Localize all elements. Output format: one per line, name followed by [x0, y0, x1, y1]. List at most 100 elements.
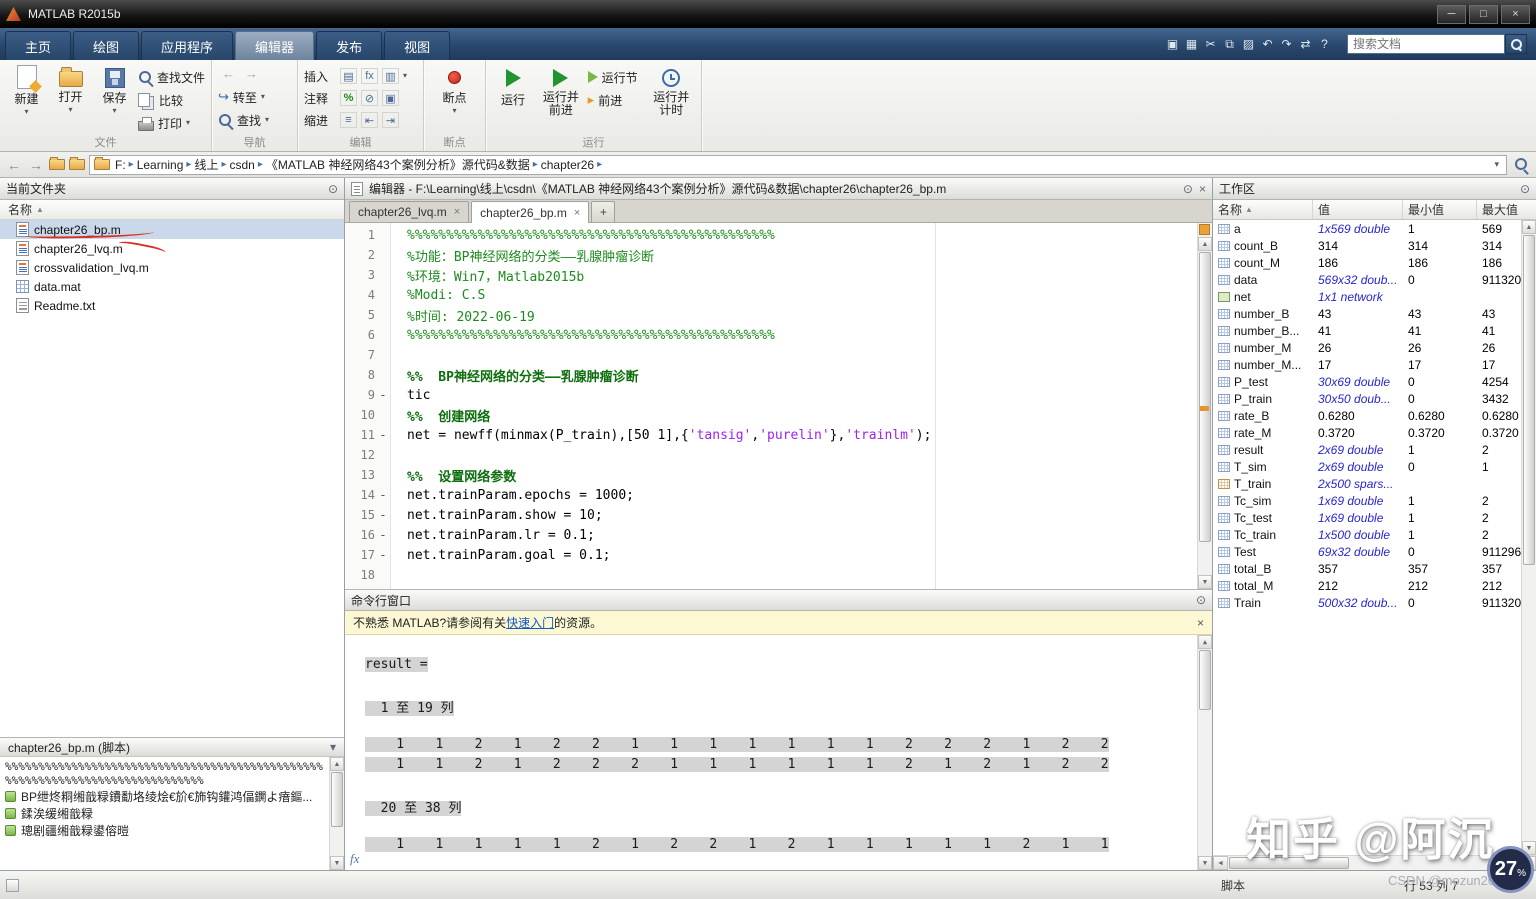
code-line[interactable]: 15 - net.trainParam.show = 10;: [345, 505, 1197, 525]
banner-close-icon[interactable]: ×: [1197, 616, 1204, 630]
workspace-variable-row[interactable]: Train 500x32 doub... 0 911320...: [1213, 594, 1536, 611]
editor-scrollbar[interactable]: ▲ ▼: [1197, 223, 1212, 589]
breadcrumb-segment[interactable]: F:: [112, 158, 129, 172]
code-line[interactable]: 11 - net = newff(minmax(P_train),[50 1],…: [345, 425, 1197, 445]
undo-icon[interactable]: ↶: [1258, 35, 1277, 54]
panel-menu-icon[interactable]: ⊙: [1520, 182, 1530, 196]
panel-menu-icon[interactable]: ⊙: [1183, 182, 1193, 196]
code-line[interactable]: 1 %%%%%%%%%%%%%%%%%%%%%%%%%%%%%%%%%%%%%%…: [345, 225, 1197, 245]
switch-window-icon[interactable]: ⇄: [1296, 35, 1315, 54]
column-header-name[interactable]: 名称 ▲: [1213, 200, 1313, 219]
doc-search-input[interactable]: [1347, 34, 1505, 54]
indent-left-icon[interactable]: ⇤: [361, 112, 378, 128]
workspace-variable-row[interactable]: Tc_train 1x500 double 1 2: [1213, 526, 1536, 543]
compare-button[interactable]: 比较: [138, 91, 205, 109]
workspace-variable-row[interactable]: Test 69x32 double 0 911296...: [1213, 543, 1536, 560]
ribbon-tab[interactable]: 视图: [384, 31, 451, 60]
close-icon[interactable]: ×: [1199, 182, 1206, 196]
workspace-variable-row[interactable]: Tc_test 1x69 double 1 2: [1213, 509, 1536, 526]
ribbon-tab[interactable]: 编辑器: [235, 31, 315, 60]
code-line[interactable]: 6 %%%%%%%%%%%%%%%%%%%%%%%%%%%%%%%%%%%%%%…: [345, 325, 1197, 345]
wrap-comments-icon[interactable]: ▣: [382, 90, 399, 106]
cut-icon[interactable]: ✂: [1201, 35, 1220, 54]
breadcrumb-segment[interactable]: csdn: [227, 158, 258, 172]
workspace-variable-row[interactable]: number_M... 17 17 17: [1213, 356, 1536, 373]
file-row[interactable]: Readme.txt: [0, 296, 344, 315]
workspace-variable-row[interactable]: count_M 186 186 186: [1213, 254, 1536, 271]
ribbon-tab[interactable]: 主页: [5, 31, 72, 60]
redo-icon[interactable]: ↷: [1277, 35, 1296, 54]
breadcrumb-segment[interactable]: Learning: [134, 158, 187, 172]
maximize-button[interactable]: □: [1469, 4, 1498, 24]
code-line[interactable]: 2 %功能：BP神经网络的分类——乳腺肿瘤诊断: [345, 245, 1197, 265]
file-row[interactable]: data.mat: [0, 277, 344, 296]
advance-button[interactable]: ▸ 前进: [588, 91, 645, 109]
code-line[interactable]: 17 - net.trainParam.goal = 0.1;: [345, 545, 1197, 565]
print-button[interactable]: 打印 ▾: [138, 114, 205, 132]
close-button[interactable]: ×: [1501, 4, 1530, 24]
search-icon[interactable]: [1505, 34, 1527, 54]
save-button[interactable]: 保存 ▾: [94, 63, 135, 115]
breadcrumb-segment[interactable]: 《MATLAB 神经网络43个案例分析》源代码&数据: [263, 156, 533, 173]
workspace-variable-row[interactable]: T_train 2x500 spars...: [1213, 475, 1536, 492]
goto-button[interactable]: ↪ 转至 ▾: [218, 88, 291, 106]
find-files-button[interactable]: 查找文件: [138, 68, 205, 86]
workspace-variable-row[interactable]: rate_B 0.6280 0.6280 0.6280: [1213, 407, 1536, 424]
workspace-variable-row[interactable]: result 2x69 double 1 2: [1213, 441, 1536, 458]
workspace-variable-row[interactable]: P_train 30x50 doub... 0 3432: [1213, 390, 1536, 407]
file-details-header[interactable]: chapter26_bp.m (脚本) ▾: [0, 737, 344, 757]
nav-forward-icon[interactable]: →: [27, 156, 45, 174]
folder-search-icon[interactable]: [1511, 155, 1531, 175]
section-item[interactable]: BP绁炵粡缃戠粶鐨勫垎绫烩€斺€斾钩鑵鸿偪鐦よ瘖鏂...: [5, 788, 324, 805]
insert-variable-icon[interactable]: ▥: [382, 68, 399, 84]
code-line[interactable]: 13 %% 设置网络参数: [345, 465, 1197, 485]
find-button[interactable]: 查找 ▾: [218, 111, 291, 129]
workspace-variable-row[interactable]: net 1x1 network: [1213, 288, 1536, 305]
workspace-variable-row[interactable]: P_test 30x69 double 0 4254: [1213, 373, 1536, 390]
ribbon-tab[interactable]: 发布: [316, 31, 383, 60]
workspace-variable-row[interactable]: a 1x569 double 1 569: [1213, 220, 1536, 237]
code-line[interactable]: 16 - net.trainParam.lr = 0.1;: [345, 525, 1197, 545]
code-line[interactable]: 12: [345, 445, 1197, 465]
community-icon[interactable]: ▣: [1163, 35, 1182, 54]
open-button[interactable]: 打开 ▾: [50, 63, 91, 114]
new-tab-button[interactable]: +: [591, 201, 616, 222]
paste-icon[interactable]: ▨: [1239, 35, 1258, 54]
run-button[interactable]: 运行: [492, 63, 534, 108]
folder-up-icon[interactable]: [49, 157, 65, 170]
breakpoints-button[interactable]: 断点 ▾: [432, 63, 478, 115]
code-line[interactable]: 10 %% 创建网络: [345, 405, 1197, 425]
command-window-scrollbar[interactable]: ▲ ▼: [1197, 635, 1212, 870]
code-line[interactable]: 8 %% BP神经网络的分类——乳腺肿瘤诊断: [345, 365, 1197, 385]
minimize-button[interactable]: ─: [1437, 4, 1466, 24]
breadcrumb-segment[interactable]: 线上: [191, 156, 221, 173]
workspace-variable-row[interactable]: total_M 212 212 212: [1213, 577, 1536, 594]
nav-back-icon[interactable]: ←: [5, 156, 23, 174]
tab-close-icon[interactable]: ×: [454, 206, 460, 218]
workspace-variable-row[interactable]: data 569x32 doub... 0 911320...: [1213, 271, 1536, 288]
workspace-variable-row[interactable]: count_B 314 314 314: [1213, 237, 1536, 254]
insert-function-icon[interactable]: fx: [361, 68, 378, 84]
smart-indent-icon[interactable]: ≡: [340, 112, 357, 128]
save-quick-icon[interactable]: ▦: [1182, 35, 1201, 54]
comment-icon[interactable]: %: [340, 90, 357, 106]
column-header-min[interactable]: 最小值: [1403, 200, 1477, 219]
workspace-variable-row[interactable]: Tc_sim 1x69 double 1 2: [1213, 492, 1536, 509]
name-column-header[interactable]: 名称 ▲: [0, 200, 344, 220]
quick-start-link[interactable]: 快速入门: [506, 614, 554, 631]
file-row[interactable]: crossvalidation_lvq.m: [0, 258, 344, 277]
workspace-variable-row[interactable]: number_B... 41 41 41: [1213, 322, 1536, 339]
file-row[interactable]: chapter26_bp.m: [0, 220, 344, 240]
forward-icon[interactable]: →: [243, 66, 260, 81]
breadcrumb-dropdown-icon[interactable]: ▾: [1491, 159, 1502, 170]
message-indicator-icon[interactable]: [1199, 224, 1210, 235]
workspace-variable-row[interactable]: number_M 26 26 26: [1213, 339, 1536, 356]
browse-folder-icon[interactable]: [69, 157, 85, 170]
code-line[interactable]: 9 - tic: [345, 385, 1197, 405]
workspace-variable-row[interactable]: number_B 43 43 43: [1213, 305, 1536, 322]
indent-right-icon[interactable]: ⇥: [382, 112, 399, 128]
panel-menu-icon[interactable]: ⊙: [1196, 593, 1206, 607]
run-and-time-button[interactable]: 运行并 计时: [647, 63, 695, 117]
editor-tab[interactable]: chapter26_bp.m ×: [471, 201, 590, 223]
warning-marker-icon[interactable]: [1200, 406, 1209, 411]
